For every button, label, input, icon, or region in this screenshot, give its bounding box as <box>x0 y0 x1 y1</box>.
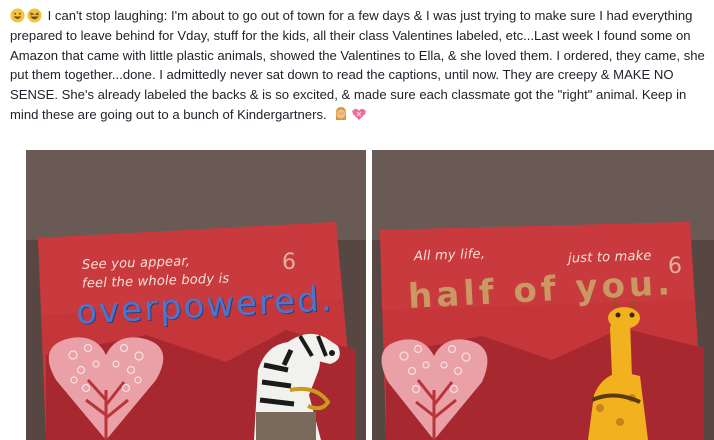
woman-facepalming-icon <box>333 106 349 122</box>
photo-zebra-valentine[interactable]: See you appear, feel the whole body is o… <box>26 150 366 440</box>
grinning-squinting-face-icon <box>27 8 42 23</box>
photo-giraffe-valentine[interactable]: All my life, just to make half of you. 6 <box>372 150 714 440</box>
post-text-block: I can't stop laughing: I'm about to go o… <box>10 6 710 125</box>
giraffe-card-caption-part1: All my life, <box>413 246 486 265</box>
grinning-face-icon <box>10 8 25 23</box>
zebra-card-number: 6 <box>282 250 296 275</box>
giraffe-card-caption-part2: just to make <box>567 248 652 267</box>
heart-with-ribbon-icon <box>351 106 367 122</box>
giraffe-card-number: 6 <box>668 254 682 279</box>
post-body-text: I can't stop laughing: I'm about to go o… <box>10 8 705 122</box>
